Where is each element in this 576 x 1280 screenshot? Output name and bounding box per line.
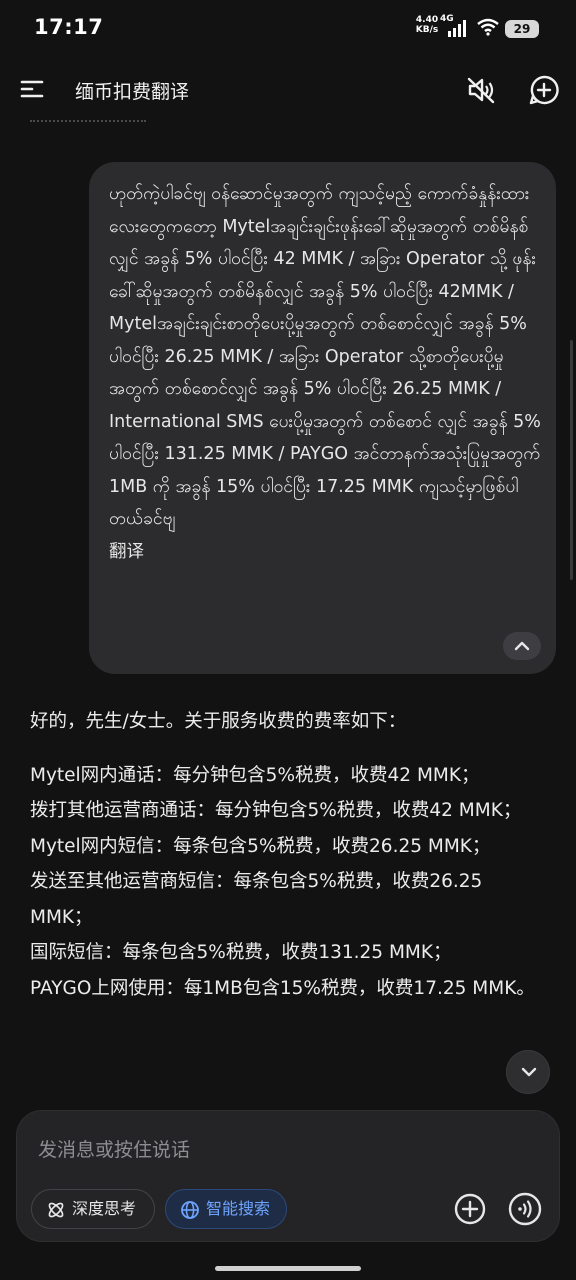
reply-line: 发送至其他运营商短信：每条包含5%税费，收费26.25 MMK； xyxy=(30,871,483,928)
deep-think-label: 深度思考 xyxy=(72,1199,137,1218)
deep-think-button[interactable]: 深度思考 xyxy=(31,1189,155,1229)
globe-icon xyxy=(181,1201,199,1219)
add-attachment-icon[interactable] xyxy=(453,1192,487,1226)
reply-line: 拨打其他运营商通话：每分钟包含5%税费，收费42 MMK； xyxy=(30,800,522,821)
voice-call-icon[interactable] xyxy=(507,1191,543,1227)
chat-title: 缅币扣费翻译 xyxy=(75,81,190,103)
home-indicator[interactable] xyxy=(215,1266,361,1271)
user-message-text: ဟုတ်ကဲ့ပါခင်ဗျ ဝန်ဆောင်မှုအတွက် ကျသင့်မည… xyxy=(109,184,541,562)
mute-icon[interactable] xyxy=(466,76,496,104)
signal-icon xyxy=(448,20,466,37)
chat-header: 缅币扣费翻译 xyxy=(0,56,576,122)
assistant-reply: 好的，先生/女士。关于服务收费的费率如下： Mytel网内通话：每分钟包含5%税… xyxy=(30,704,550,1006)
atom-icon xyxy=(48,1202,64,1218)
reply-line: Mytel网内通话：每分钟包含5%税费，收费42 MMK； xyxy=(30,764,480,786)
reply-line: 国际短信：每条包含5%税费，收费131.25 MMK； xyxy=(30,942,452,963)
user-message-bubble[interactable]: ဟုတ်ကဲ့ပါခင်ဗျ ဝန်ဆောင်မှုအတွက် ကျသင့်မည… xyxy=(89,162,556,674)
smart-search-label: 智能搜索 xyxy=(206,1199,271,1218)
message-composer: 发消息或按住说话 深度思考 智能搜索 xyxy=(16,1110,560,1242)
reply-line: PAYGO上网使用：每1MB包含15%税费，收费17.25 MMK。 xyxy=(30,977,535,999)
wifi-icon xyxy=(477,18,499,36)
battery-level: 29 xyxy=(513,22,531,36)
message-input[interactable]: 发消息或按住说话 xyxy=(38,1135,190,1162)
status-time: 17:17 xyxy=(34,15,104,39)
new-chat-icon[interactable] xyxy=(528,74,560,106)
scrollbar[interactable] xyxy=(570,340,573,580)
reply-intro: 好的，先生/女士。关于服务收费的费率如下： xyxy=(30,711,407,732)
status-bar: 17:17 4.40 KB/s 4G 29 xyxy=(0,0,576,56)
chevron-down-icon xyxy=(521,1067,537,1077)
menu-icon[interactable] xyxy=(18,76,46,102)
battery-icon: 29 xyxy=(505,20,539,38)
scroll-to-bottom-button[interactable] xyxy=(506,1050,550,1094)
smart-search-button[interactable]: 智能搜索 xyxy=(165,1189,287,1229)
reply-line: Mytel网内短信：每条包含5%税费，收费26.25 MMK； xyxy=(30,835,491,857)
chevron-up-icon xyxy=(514,641,530,651)
collapse-message-button[interactable] xyxy=(503,632,541,660)
scrolled-previous-message xyxy=(30,116,146,122)
net-speed: 4.40 KB/s xyxy=(415,15,439,35)
